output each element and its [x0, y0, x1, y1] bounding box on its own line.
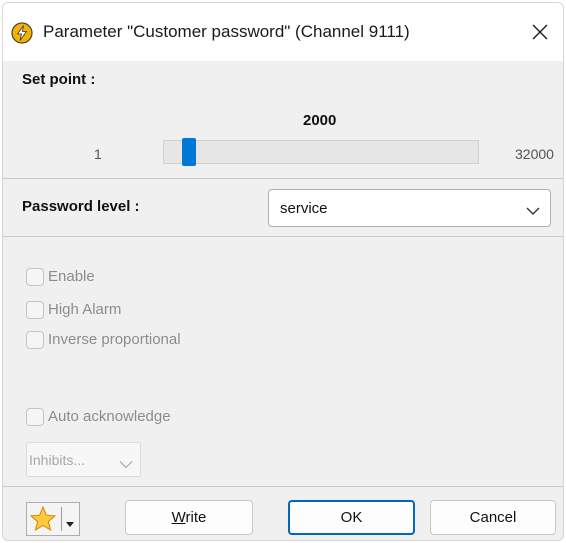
password-level-value: service [280, 200, 328, 217]
slider-max-label: 32000 [515, 146, 554, 162]
set-point-slider-thumb[interactable] [181, 138, 196, 166]
write-label: rite [185, 509, 207, 526]
split-divider [61, 507, 62, 531]
set-point-value: 2000 [303, 112, 337, 129]
ok-label: OK [340, 509, 363, 526]
separator [3, 178, 563, 179]
set-point-slider-track[interactable] [163, 140, 479, 164]
high-alarm-label: High Alarm [48, 301, 122, 318]
write-accelerator: W [171, 509, 186, 526]
cancel-button[interactable]: Cancel [430, 500, 556, 535]
lightning-bolt-icon [11, 22, 33, 44]
enable-label: Enable [48, 268, 95, 285]
close-icon [532, 24, 548, 40]
set-point-label: Set point : [22, 71, 96, 88]
inhibits-dropdown[interactable]: Inhibits... [26, 442, 141, 477]
slider-min-label: 1 [94, 146, 102, 162]
separator [3, 236, 563, 237]
ok-button[interactable]: OK [288, 500, 415, 535]
high-alarm-checkbox[interactable] [26, 301, 44, 319]
auto-acknowledge-label: Auto acknowledge [48, 408, 171, 425]
favorites-split-button[interactable] [26, 502, 80, 536]
cancel-label: Cancel [469, 509, 517, 526]
inverse-proportional-label: Inverse proportional [48, 331, 181, 348]
password-level-select[interactable]: service [268, 189, 551, 227]
chevron-down-icon [526, 203, 540, 221]
inhibits-label: Inhibits... [29, 452, 86, 468]
parameter-dialog: Parameter "Customer password" (Channel 9… [2, 2, 564, 541]
write-button[interactable]: Write [125, 500, 253, 535]
password-level-label: Password level : [22, 198, 140, 215]
inverse-proportional-checkbox[interactable] [26, 331, 44, 349]
chevron-down-icon [119, 456, 133, 474]
dropdown-arrow-icon[interactable] [66, 515, 74, 533]
close-button[interactable] [523, 15, 557, 49]
auto-acknowledge-checkbox[interactable] [26, 408, 44, 426]
star-icon [29, 505, 57, 538]
window-title: Parameter "Customer password" (Channel 9… [43, 22, 410, 41]
enable-checkbox[interactable] [26, 268, 44, 286]
title-bar: Parameter "Customer password" (Channel 9… [3, 3, 563, 61]
separator [3, 486, 563, 487]
